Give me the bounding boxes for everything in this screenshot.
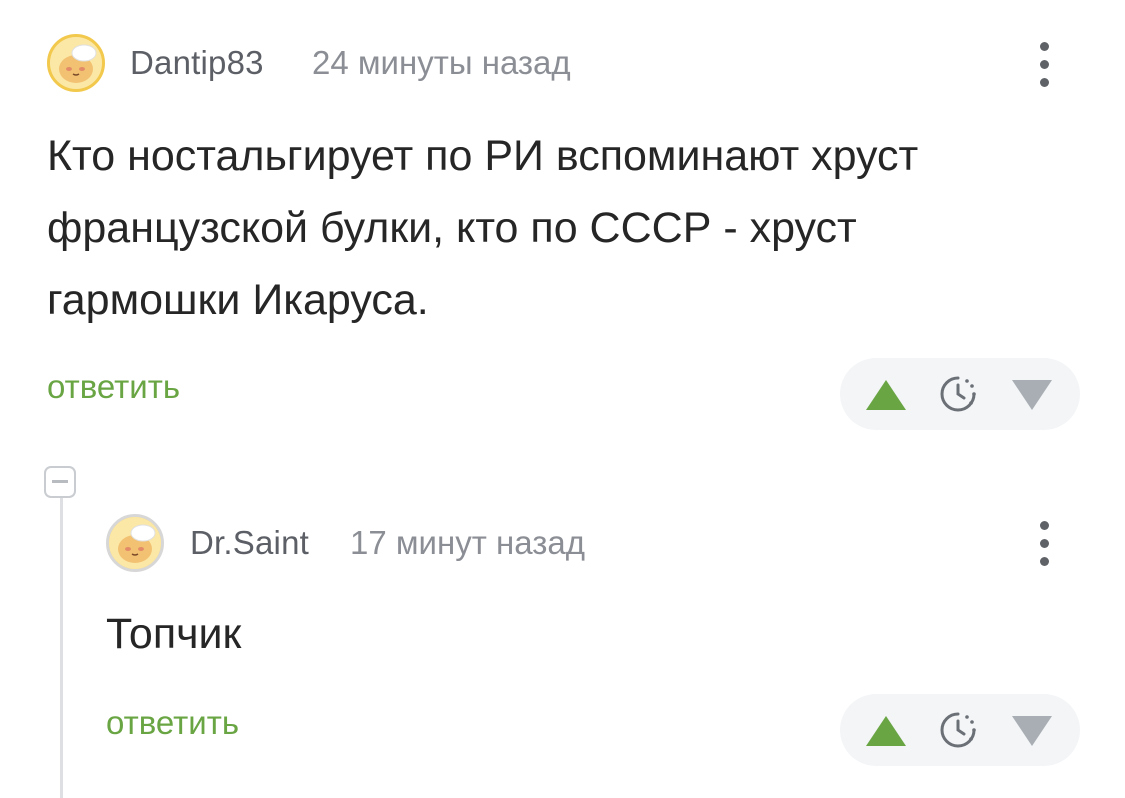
upvote-triangle-icon[interactable] xyxy=(866,716,906,746)
clock-icon[interactable] xyxy=(938,710,978,750)
more-vertical-icon xyxy=(1039,41,1049,51)
chef-bun-avatar-icon xyxy=(109,517,161,569)
collapse-thread-icon[interactable] xyxy=(44,466,76,498)
user-avatar[interactable] xyxy=(47,34,105,92)
user-avatar[interactable] xyxy=(106,514,164,572)
comment-author[interactable]: Dr.Saint xyxy=(190,524,309,562)
reply-link[interactable]: ответить xyxy=(47,368,180,406)
chef-bun-avatar-icon xyxy=(50,37,102,89)
clock-icon[interactable] xyxy=(938,374,978,414)
downvote-triangle-icon[interactable] xyxy=(1012,716,1052,746)
more-vertical-icon-dot xyxy=(1039,59,1049,69)
comment-body: Кто ностальгирует по РИ вспоминают хруст… xyxy=(47,132,919,324)
comment-timestamp: 17 минут назад xyxy=(350,524,585,561)
vote-controls xyxy=(840,694,1080,766)
more-options-button[interactable] xyxy=(1029,34,1059,94)
more-vertical-icon-dot xyxy=(1039,556,1049,566)
thread-line xyxy=(60,498,63,798)
comment-timestamp: 24 минуты назад xyxy=(312,44,571,81)
comment-author[interactable]: Dantip83 xyxy=(130,44,264,82)
upvote-triangle-icon[interactable] xyxy=(866,380,906,410)
more-vertical-icon-dot xyxy=(1039,77,1049,87)
more-vertical-icon-dot xyxy=(1039,538,1049,548)
more-options-button[interactable] xyxy=(1029,513,1059,573)
more-vertical-icon xyxy=(1039,520,1049,530)
comment-body: Топчик xyxy=(106,610,242,658)
vote-controls xyxy=(840,358,1080,430)
reply-link[interactable]: ответить xyxy=(106,704,239,742)
downvote-triangle-icon[interactable] xyxy=(1012,380,1052,410)
